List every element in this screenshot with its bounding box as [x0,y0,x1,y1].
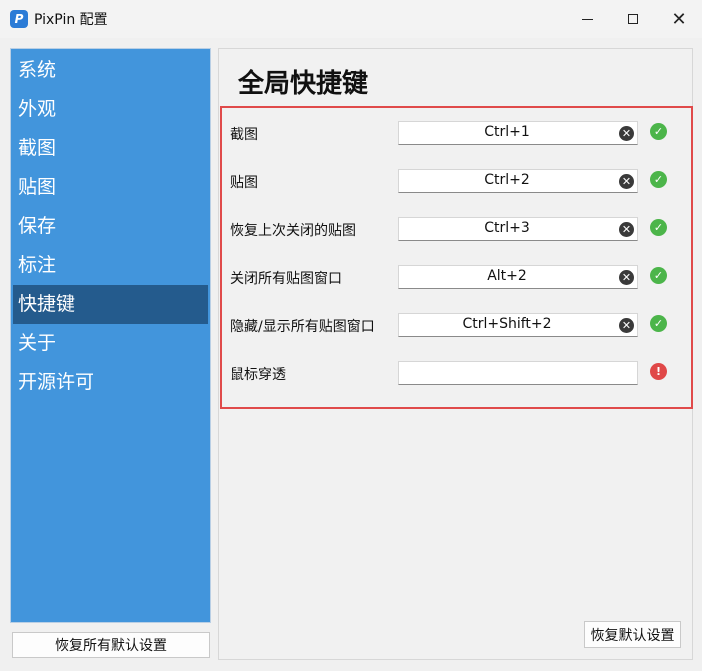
minimize-button[interactable] [564,0,610,38]
settings-sidebar: 系统 外观 截图 贴图 保存 标注 快捷键 关于 开源许可 [10,48,211,623]
shortcut-row: 关闭所有贴图窗口 Alt+2 ✕ ✓ [230,265,680,291]
page-title: 全局快捷键 [238,69,369,99]
clear-icon[interactable]: ✕ [619,318,634,333]
window-controls: ✕ [564,0,702,38]
close-icon: ✕ [671,8,687,30]
sidebar-item-save[interactable]: 保存 [13,207,208,246]
sidebar-item-about[interactable]: 关于 [13,324,208,363]
shortcut-value: Ctrl+Shift+2 [462,316,552,332]
sidebar-item-screenshot[interactable]: 截图 [13,129,208,168]
sidebar-item-licenses[interactable]: 开源许可 [13,363,208,402]
pixpin-logo-icon: P [10,10,28,28]
shortcut-label: 截图 [230,127,258,143]
shortcut-row: 隐藏/显示所有贴图窗口 Ctrl+Shift+2 ✕ ✓ [230,313,680,339]
clear-icon[interactable]: ✕ [619,174,634,189]
shortcut-value: Ctrl+3 [484,220,530,236]
shortcut-input[interactable]: Ctrl+2 ✕ [398,169,638,193]
shortcut-input[interactable]: Ctrl+1 ✕ [398,121,638,145]
config-window: P PixPin 配置 ✕ 系统 外观 截图 贴图 保存 标注 快捷键 关于 开… [0,0,702,671]
sidebar-item-appearance[interactable]: 外观 [13,90,208,129]
shortcut-input[interactable]: Ctrl+3 ✕ [398,217,638,241]
check-icon: ✓ [650,315,667,332]
shortcut-row: 截图 Ctrl+1 ✕ ✓ [230,121,680,147]
check-icon: ✓ [650,219,667,236]
reset-defaults-button[interactable]: 恢复默认设置 [584,621,681,648]
shortcut-input[interactable] [398,361,638,385]
maximize-icon [628,14,638,24]
shortcut-label: 贴图 [230,175,258,191]
shortcut-label: 隐藏/显示所有贴图窗口 [230,319,375,335]
title-bar[interactable]: P PixPin 配置 ✕ [0,0,702,38]
clear-icon[interactable]: ✕ [619,222,634,237]
check-icon: ✓ [650,123,667,140]
clear-icon[interactable]: ✕ [619,126,634,141]
shortcut-value: Alt+2 [487,268,527,284]
shortcut-value: Ctrl+2 [484,172,530,188]
shortcut-label: 关闭所有贴图窗口 [230,271,342,287]
shortcut-input[interactable]: Alt+2 ✕ [398,265,638,289]
maximize-button[interactable] [610,0,656,38]
close-button[interactable]: ✕ [656,0,702,38]
check-icon: ✓ [650,267,667,284]
shortcut-value: Ctrl+1 [484,124,530,140]
sidebar-item-annotation[interactable]: 标注 [13,246,208,285]
window-title: PixPin 配置 [34,12,108,28]
check-icon: ✓ [650,171,667,188]
clear-icon[interactable]: ✕ [619,270,634,285]
sidebar-item-shortcuts[interactable]: 快捷键 [13,285,208,324]
shortcut-label: 恢复上次关闭的贴图 [230,223,356,239]
shortcut-row: 鼠标穿透 ! [230,361,680,387]
sidebar-item-system[interactable]: 系统 [13,51,208,90]
reset-all-defaults-button[interactable]: 恢复所有默认设置 [12,632,210,658]
shortcut-row: 贴图 Ctrl+2 ✕ ✓ [230,169,680,195]
minimize-icon [581,18,593,20]
shortcut-input[interactable]: Ctrl+Shift+2 ✕ [398,313,638,337]
sidebar-item-pin[interactable]: 贴图 [13,168,208,207]
error-icon: ! [650,363,667,380]
shortcut-row: 恢复上次关闭的贴图 Ctrl+3 ✕ ✓ [230,217,680,243]
shortcut-label: 鼠标穿透 [230,367,286,383]
